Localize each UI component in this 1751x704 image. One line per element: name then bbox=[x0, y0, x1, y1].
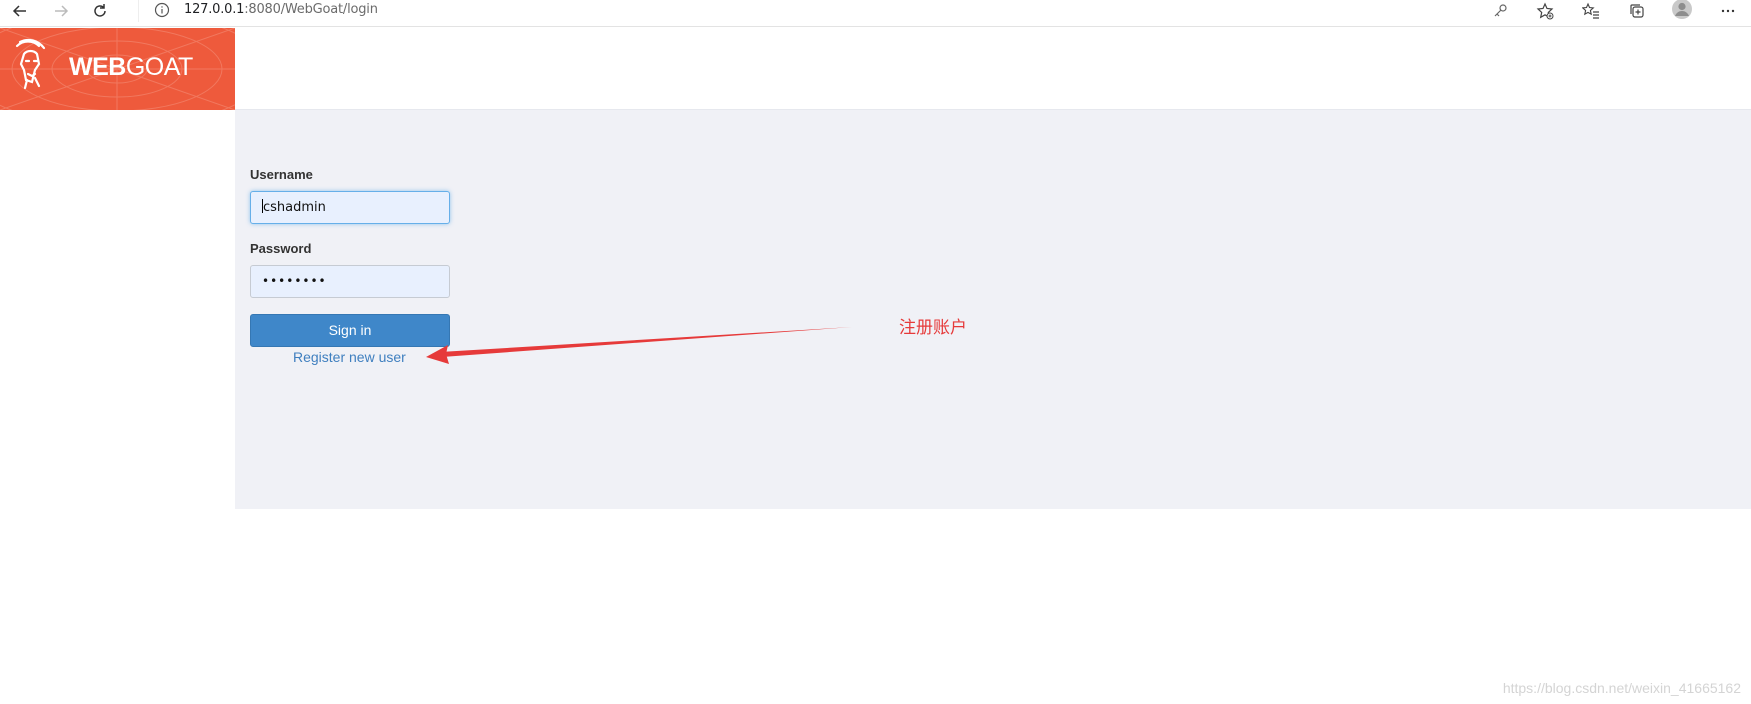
watermark: https://blog.csdn.net/weixin_41665162 bbox=[1502, 680, 1741, 696]
annotation-arrow-icon bbox=[426, 327, 852, 364]
annotation-text: 注册账户 bbox=[899, 318, 967, 338]
